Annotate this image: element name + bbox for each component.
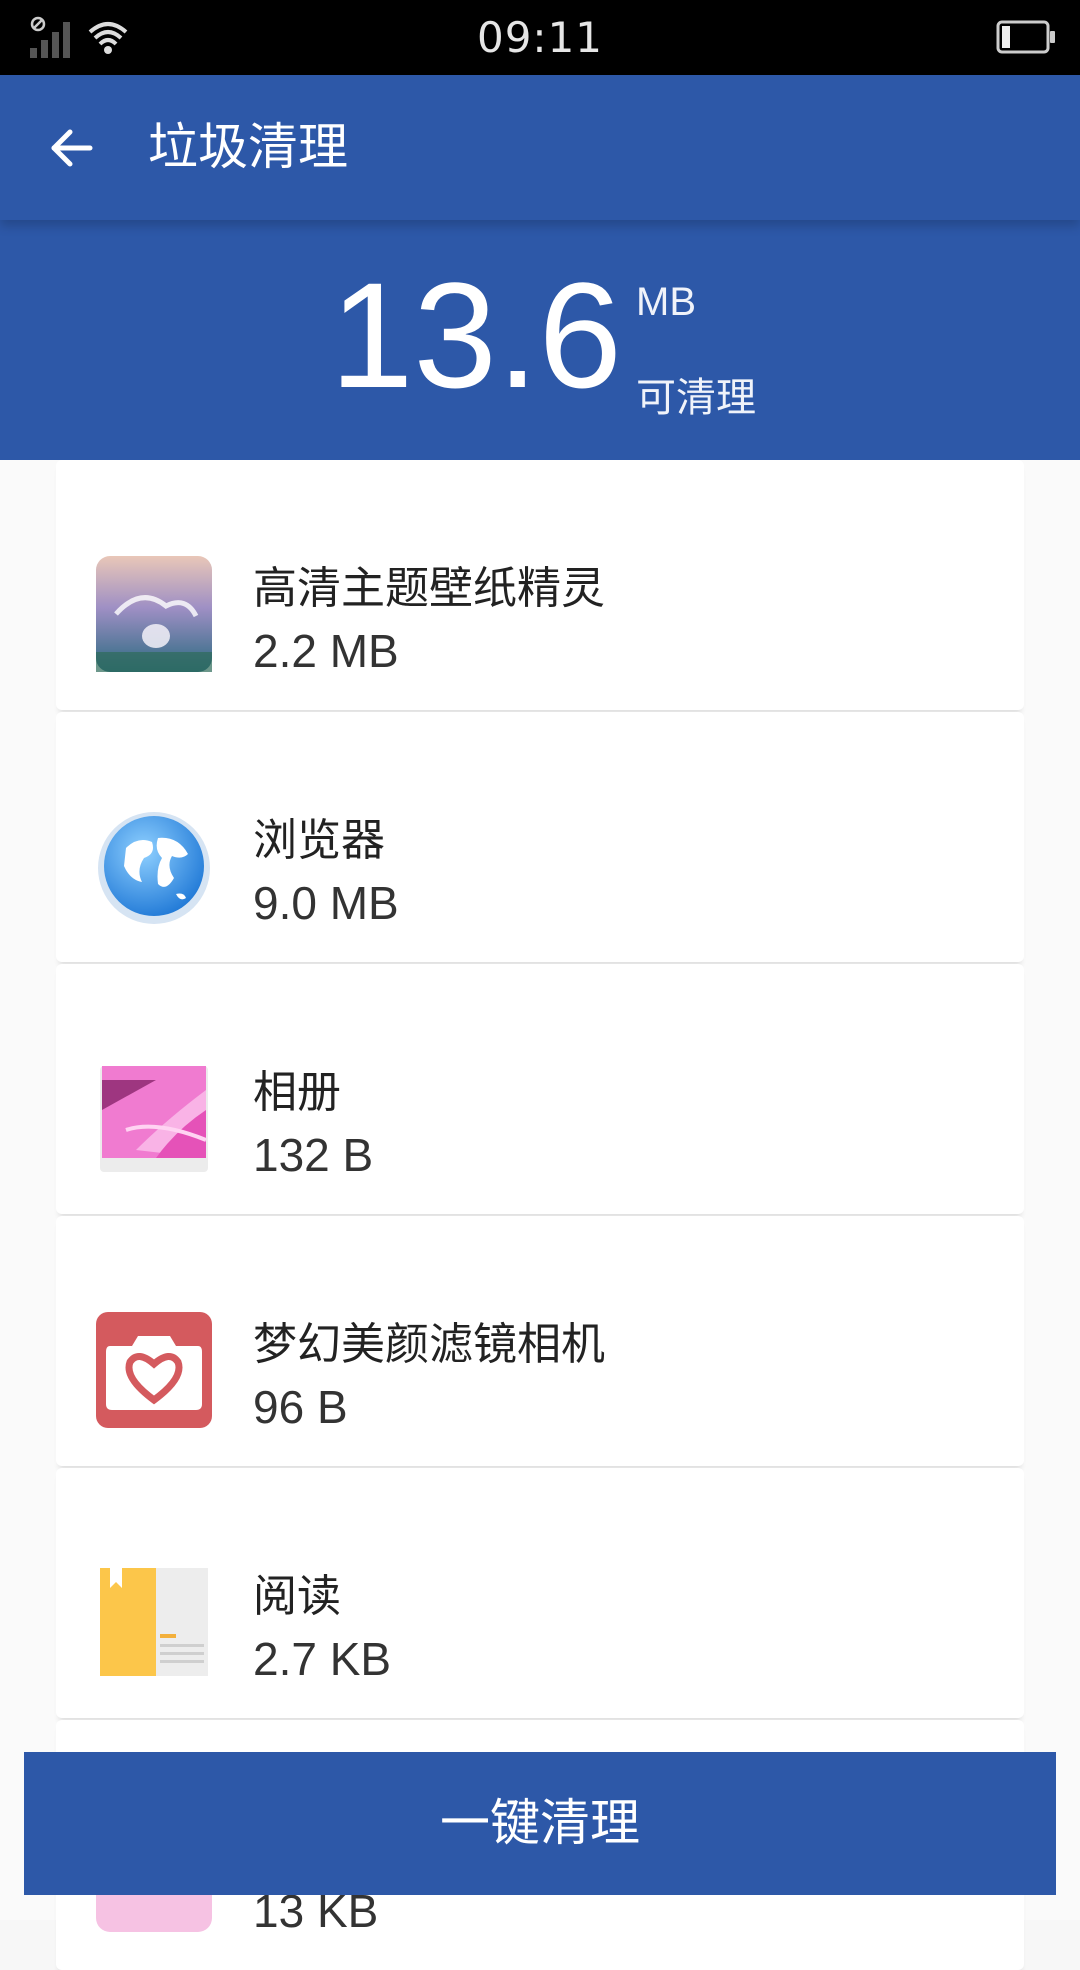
app-name: 高清主题壁纸精灵 xyxy=(253,563,605,614)
cleanable-caption: 可清理 xyxy=(636,375,756,421)
app-name: 浏览器 xyxy=(253,815,385,866)
junk-size: 9.0 MB xyxy=(253,877,399,929)
junk-size: 132 B xyxy=(253,1129,374,1181)
back-button[interactable] xyxy=(36,113,106,183)
junk-size: 96 B xyxy=(253,1381,348,1433)
app-name: 相册 xyxy=(253,1067,341,1118)
list-item[interactable]: 浏览器 9.0 MB xyxy=(56,712,1024,962)
app-bar: 垃圾清理 xyxy=(0,75,1080,220)
one-click-clean-button[interactable]: 一键清理 xyxy=(24,1752,1056,1895)
status-bar: 09:11 xyxy=(0,0,1080,75)
status-time: 09:11 xyxy=(476,13,604,62)
battery-icon xyxy=(996,18,1056,58)
app-name: 梦幻美颜滤镜相机 xyxy=(253,1319,605,1370)
list-item[interactable]: 梦幻美颜滤镜相机 96 B xyxy=(56,1216,1024,1466)
junk-app-list: 高清主题壁纸精灵 2.2 MB 浏览器 9.0 MB 相册 132 B 梦幻美颜… xyxy=(0,460,1080,1970)
list-item[interactable]: 阅读 2.7 KB xyxy=(56,1468,1024,1718)
browser-globe-icon xyxy=(96,808,212,924)
list-item[interactable]: 高清主题壁纸精灵 2.2 MB xyxy=(56,460,1024,710)
reader-book-icon xyxy=(96,1564,212,1680)
page-title: 垃圾清理 xyxy=(148,118,348,176)
back-arrow-icon xyxy=(51,129,93,167)
junk-size: 2.7 KB xyxy=(253,1633,392,1685)
cleanable-unit: MB xyxy=(636,280,696,324)
cleanable-amount: 13.6 xyxy=(330,251,622,419)
gallery-flower-icon xyxy=(96,1060,212,1176)
list-item[interactable]: 相册 132 B xyxy=(56,964,1024,1214)
cleanable-summary: 13.6 MB 可清理 xyxy=(0,220,1080,460)
app-name: 阅读 xyxy=(253,1571,341,1622)
junk-size: 2.2 MB xyxy=(253,625,399,677)
wallpaper-app-icon xyxy=(96,556,212,672)
camera-heart-icon xyxy=(96,1312,212,1428)
